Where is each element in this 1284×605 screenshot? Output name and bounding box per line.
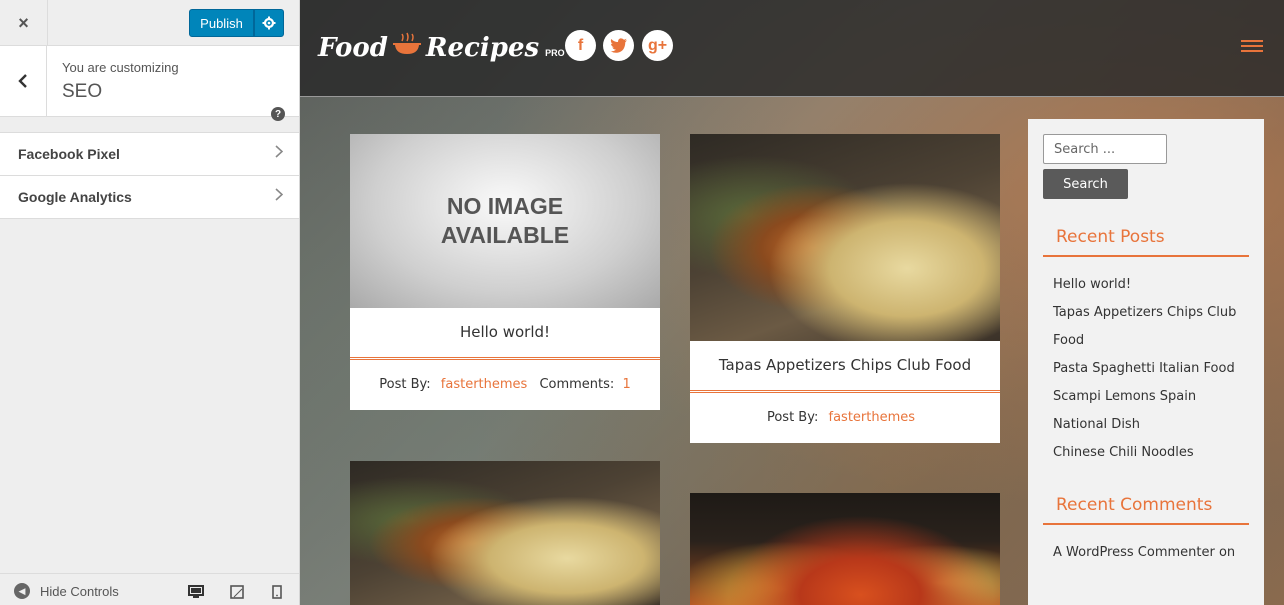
no-image-text: NO IMAGE AVAILABLE — [440, 193, 570, 248]
post-by-label: Post By: — [766, 410, 819, 425]
recent-post-link[interactable]: National Dish — [1053, 411, 1249, 439]
recent-post-link[interactable]: Tapas Appetizers Chips Club Food — [1053, 299, 1249, 355]
panel-google-analytics[interactable]: Google Analytics — [0, 176, 299, 219]
no-image-placeholder[interactable]: NO IMAGE AVAILABLE — [350, 134, 660, 308]
comments-label: Comments: — [539, 377, 615, 392]
logo-word-food: Food — [318, 33, 388, 63]
site-logo[interactable]: Food Recipes PRO — [318, 32, 565, 63]
logo-pro: PRO — [545, 48, 565, 58]
facebook-icon[interactable]: f — [565, 30, 596, 61]
google-plus-icon[interactable]: g+ — [642, 30, 673, 61]
post-card: Tapas Appetizers Chips Club Food Post By… — [690, 134, 1000, 443]
post-author-link[interactable]: fasterthemes — [441, 377, 528, 392]
site-header: Food Recipes PRO f g+ — [300, 0, 1284, 97]
panel-facebook-pixel[interactable]: Facebook Pixel — [0, 133, 299, 176]
pot-icon — [392, 32, 422, 62]
hide-controls-label: Hide Controls — [40, 583, 119, 599]
section-title: SEO — [62, 81, 103, 102]
chevron-right-icon — [275, 145, 284, 163]
chevron-right-icon — [275, 188, 284, 206]
post-title[interactable]: Tapas Appetizers Chips Club Food — [690, 341, 1000, 393]
recent-post-link[interactable]: Scampi Lemons Spain — [1053, 383, 1249, 411]
back-arrow-icon[interactable] — [0, 46, 47, 116]
comments-count-link[interactable]: 1 — [622, 377, 630, 392]
recent-comments-title: Recent Comments — [1043, 495, 1249, 525]
post-card — [350, 461, 660, 605]
hide-controls-button[interactable]: ◀ Hide Controls — [14, 583, 119, 599]
post-meta: Post By: fasterthemes Comments: 1 — [350, 360, 660, 410]
post-image[interactable] — [350, 461, 660, 605]
customizer-sidebar: × Publish You are customizing SEO ? Face… — [0, 0, 300, 605]
section-meta: You are customizing SEO ? — [0, 46, 299, 121]
close-icon[interactable]: × — [0, 0, 48, 46]
recent-posts-list: Hello world! Tapas Appetizers Chips Club… — [1043, 257, 1249, 467]
recent-post-link[interactable]: Pasta Spaghetti Italian Food — [1053, 355, 1249, 383]
post-title[interactable]: Hello world! — [350, 308, 660, 360]
search-button[interactable]: Search — [1043, 169, 1128, 199]
logo-word-recipes: Recipes — [425, 33, 540, 63]
panel-label: Google Analytics — [18, 189, 132, 205]
widget-sidebar: Search ... Search Recent Posts Hello wor… — [1028, 119, 1264, 605]
panel-list: Facebook Pixel Google Analytics — [0, 132, 299, 219]
customizer-footer: ◀ Hide Controls — [0, 573, 299, 605]
site-preview: Food Recipes PRO f g+ NO IMAGE AVAILABLE… — [300, 0, 1284, 605]
post-by-label: Post By: — [379, 377, 431, 392]
post-image[interactable] — [690, 134, 1000, 341]
post-author-link[interactable]: fasterthemes — [829, 410, 916, 425]
post-meta: Post By: fasterthemes — [690, 393, 1000, 443]
tablet-icon[interactable] — [230, 585, 244, 599]
recent-posts-title: Recent Posts — [1043, 227, 1249, 257]
hide-controls-icon: ◀ — [14, 583, 30, 599]
post-card: NO IMAGE AVAILABLE Hello world! Post By:… — [350, 134, 660, 410]
help-icon[interactable]: ? — [271, 107, 285, 121]
panel-label: Facebook Pixel — [18, 146, 120, 162]
recent-post-link[interactable]: Chinese Chili Noodles — [1053, 439, 1249, 467]
twitter-icon[interactable] — [603, 30, 634, 61]
customizing-label: You are customizing — [62, 60, 179, 75]
recent-post-link[interactable]: Hello world! — [1053, 271, 1249, 299]
mobile-icon[interactable] — [272, 585, 286, 599]
gear-icon[interactable] — [254, 9, 284, 37]
menu-icon[interactable] — [1241, 40, 1263, 54]
desktop-icon[interactable] — [188, 585, 204, 599]
recent-comments-list: A WordPress Commenter on — [1043, 525, 1249, 567]
publish-button[interactable]: Publish — [189, 9, 254, 37]
post-card — [690, 493, 1000, 605]
post-image[interactable] — [690, 493, 1000, 605]
recent-comment[interactable]: A WordPress Commenter on — [1053, 539, 1249, 567]
search-input[interactable]: Search ... — [1043, 134, 1167, 164]
customizer-header: × Publish — [0, 0, 299, 46]
